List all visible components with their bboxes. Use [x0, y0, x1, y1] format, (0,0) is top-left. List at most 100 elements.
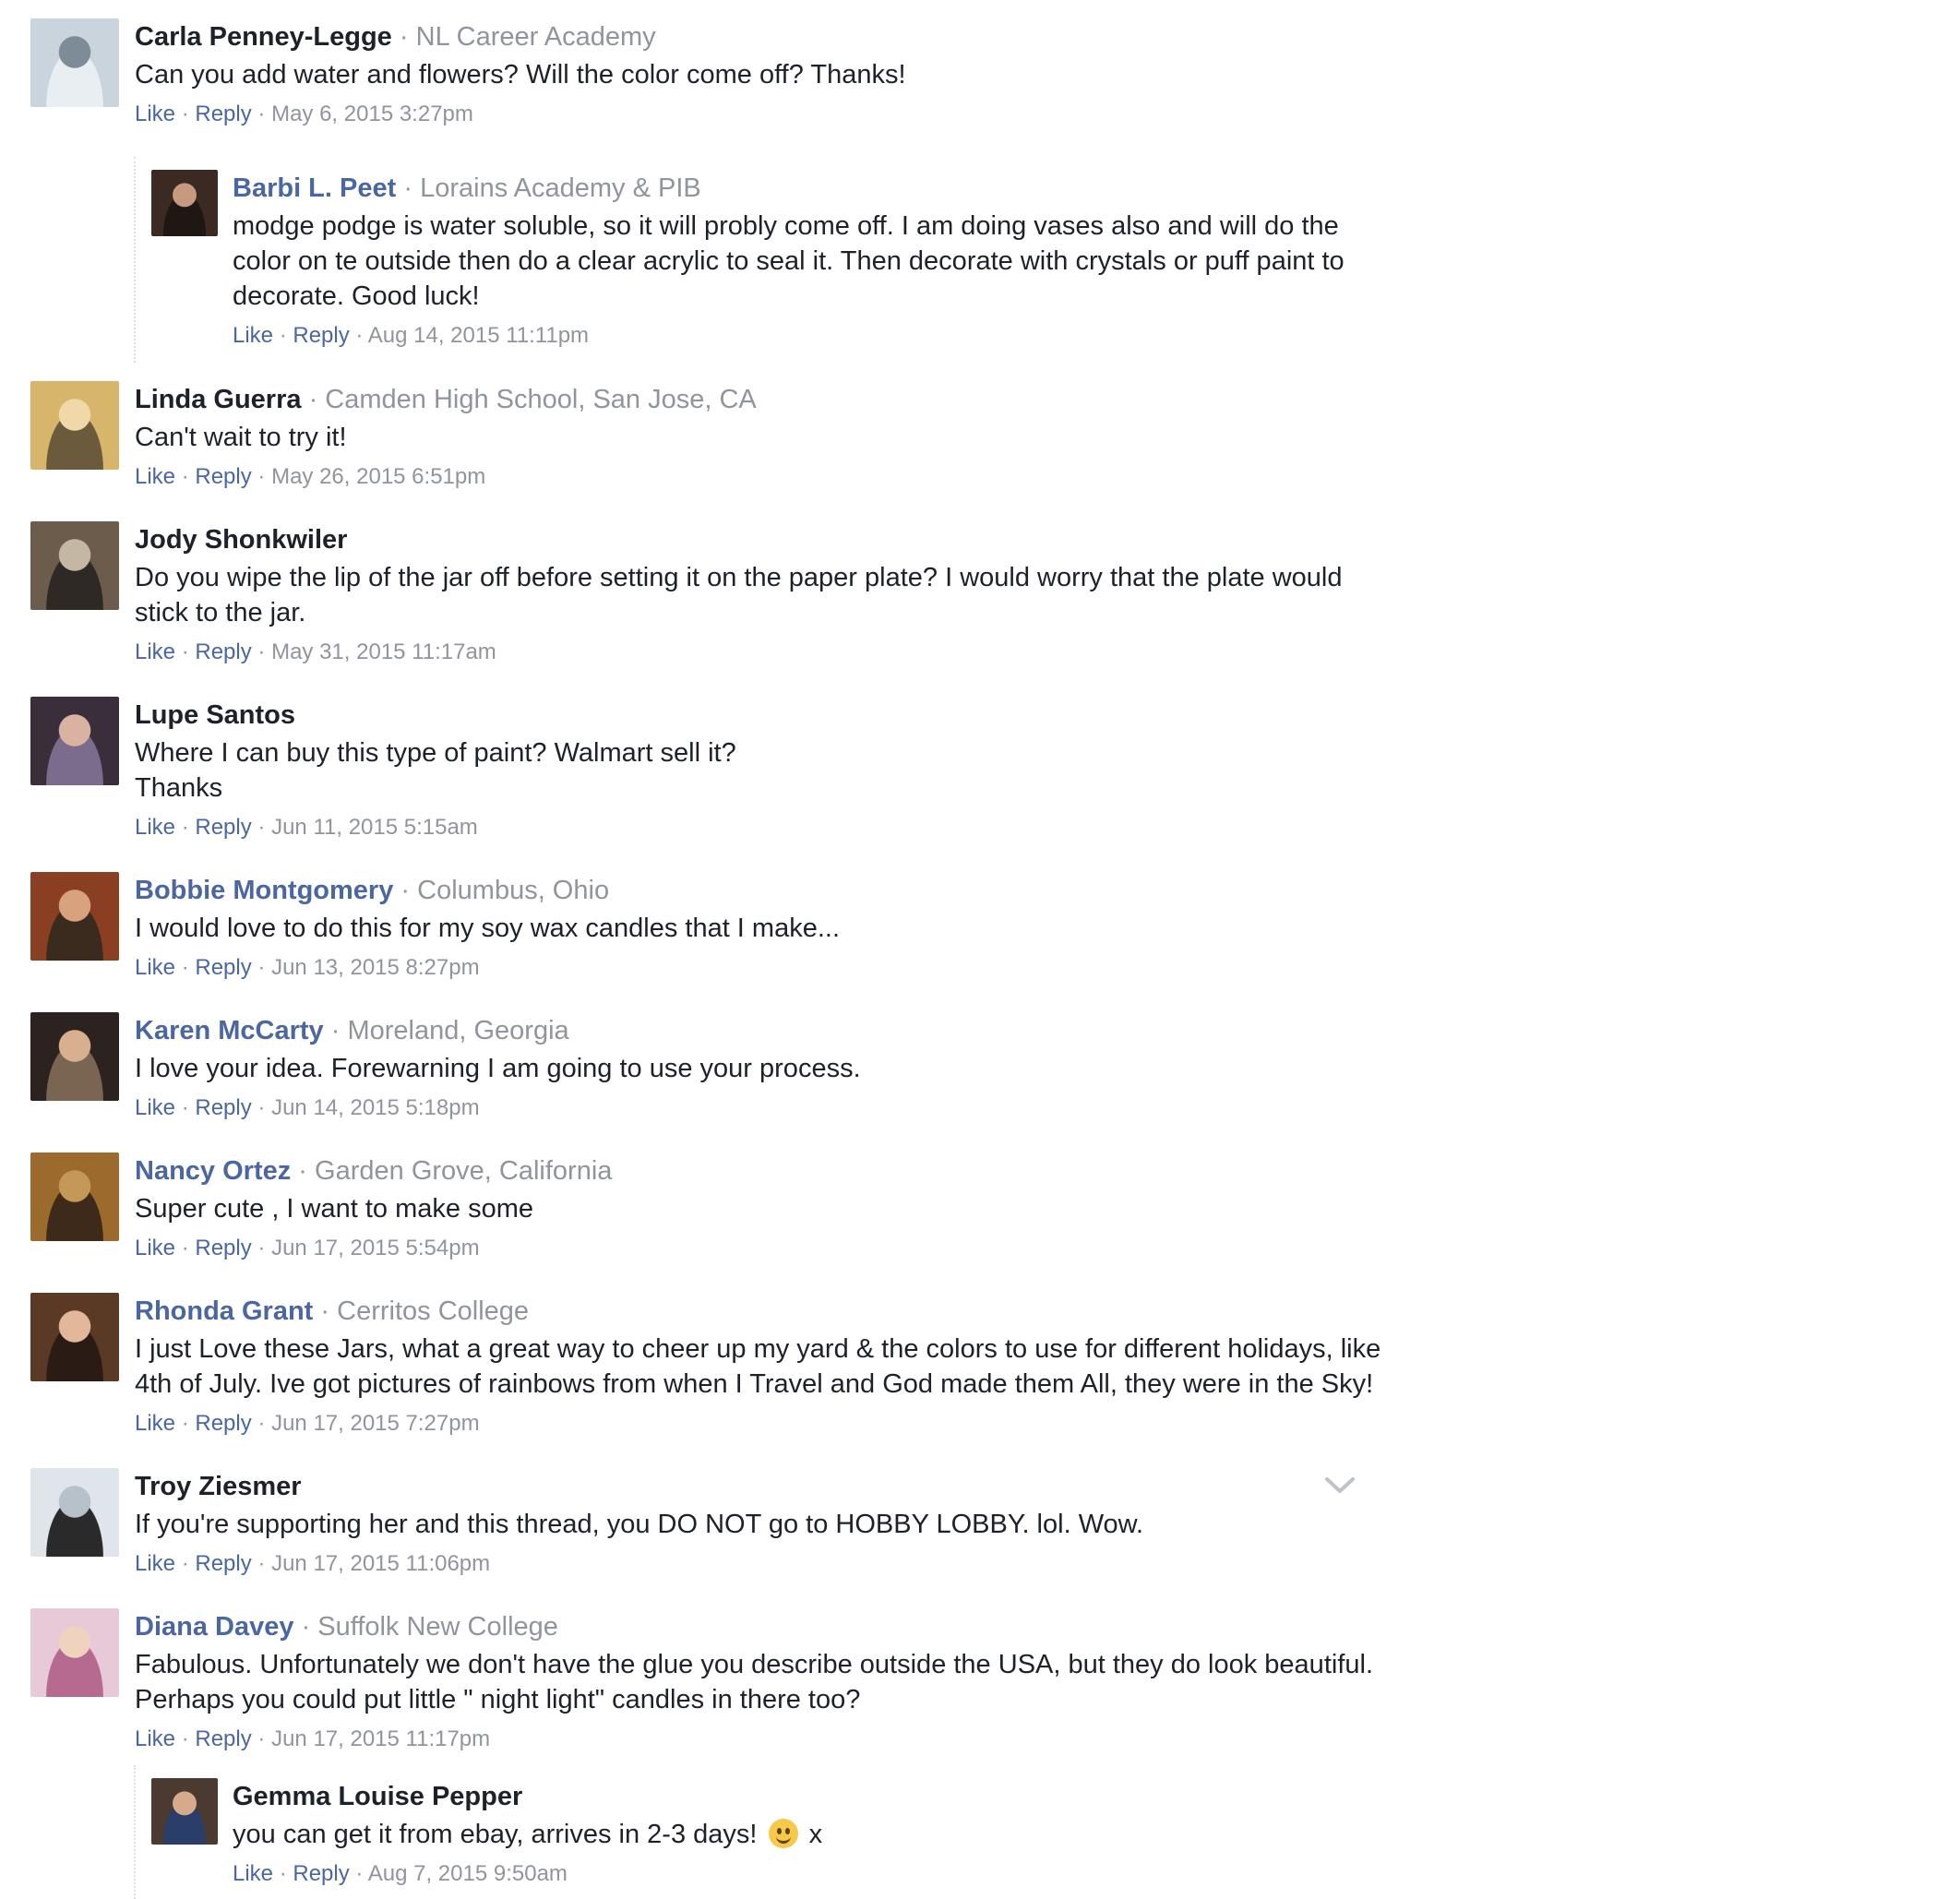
chevron-down-icon[interactable]: [1323, 1475, 1356, 1497]
author-name[interactable]: Rhonda Grant: [135, 1296, 313, 1326]
separator: ·: [320, 1296, 330, 1326]
like-link[interactable]: Like: [135, 639, 175, 664]
avatar[interactable]: [30, 1153, 119, 1241]
author-name[interactable]: Lupe Santos: [135, 700, 295, 730]
comment-text-content: Can you add water and flowers? Will the …: [135, 60, 906, 90]
reply-link[interactable]: Reply: [195, 102, 251, 126]
comment-text: Can you add water and flowers? Will the …: [135, 57, 1384, 92]
avatar[interactable]: [151, 170, 218, 236]
comment-body: Barbi L. Peet · Lorains Academy & PIB mod…: [233, 168, 1384, 354]
comment: Troy Ziesmer If you're supporting her and…: [0, 1450, 1384, 1590]
separator: ·: [298, 1156, 307, 1186]
author-name[interactable]: Troy Ziesmer: [135, 1472, 302, 1501]
reply-link[interactable]: Reply: [195, 1236, 251, 1260]
comment-text-suffix: x: [808, 1820, 823, 1849]
avatar[interactable]: [30, 1608, 119, 1697]
like-link[interactable]: Like: [135, 1551, 175, 1576]
avatar[interactable]: [30, 18, 119, 107]
comment-body: Diana Davey · Suffolk New College Fabulou…: [135, 1606, 1384, 1758]
like-link[interactable]: Like: [135, 955, 175, 980]
timestamp[interactable]: Jun 17, 2015 5:54pm: [271, 1236, 480, 1260]
comment-header: Bobbie Montgomery · Columbus, Ohio: [135, 870, 1384, 911]
reply-link[interactable]: Reply: [293, 323, 349, 348]
reply-link[interactable]: Reply: [195, 1095, 251, 1120]
timestamp[interactable]: Jun 17, 2015 11:06pm: [271, 1551, 490, 1576]
like-link[interactable]: Like: [135, 464, 175, 489]
author-affiliation: Cerritos College: [337, 1296, 530, 1326]
reply-link[interactable]: Reply: [195, 464, 251, 489]
separator: ·: [308, 385, 318, 414]
separator: ·: [181, 1095, 189, 1120]
author-name[interactable]: Karen McCarty: [135, 1016, 324, 1045]
comment-text: If you're supporting her and this thread…: [135, 1507, 1384, 1542]
separator: ·: [279, 1861, 287, 1886]
reply-link[interactable]: Reply: [195, 1411, 251, 1436]
comment-header: Troy Ziesmer: [135, 1466, 1384, 1507]
timestamp[interactable]: Aug 14, 2015 11:11pm: [368, 323, 589, 348]
like-link[interactable]: Like: [233, 323, 273, 348]
comment-text: you can get it from ebay, arrives in 2-3…: [233, 1817, 1384, 1852]
author-name[interactable]: Nancy Ortez: [135, 1156, 291, 1186]
comment-text: I just Love these Jars, what a great way…: [135, 1332, 1384, 1402]
timestamp[interactable]: Jun 17, 2015 11:17pm: [271, 1726, 490, 1751]
separator: ·: [355, 323, 364, 348]
avatar[interactable]: [30, 521, 119, 610]
comment: Nancy Ortez · Garden Grove, California Su…: [0, 1134, 1384, 1274]
avatar[interactable]: [30, 1468, 119, 1557]
comment-text-content: Where I can buy this type of paint? Walm…: [135, 738, 736, 803]
comment: Bobbie Montgomery · Columbus, Ohio I woul…: [0, 854, 1384, 994]
like-link[interactable]: Like: [233, 1861, 273, 1886]
comment-header: Diana Davey · Suffolk New College: [135, 1606, 1384, 1647]
comment-text-content: I would love to do this for my soy wax c…: [135, 914, 841, 943]
avatar[interactable]: [30, 1012, 119, 1101]
reply-link[interactable]: Reply: [195, 815, 251, 840]
avatar[interactable]: [30, 697, 119, 785]
reply-link[interactable]: Reply: [195, 639, 251, 664]
author-name[interactable]: Bobbie Montgomery: [135, 876, 393, 905]
author-name[interactable]: Carla Penney-Legge: [135, 22, 392, 52]
separator: ·: [257, 955, 266, 980]
like-link[interactable]: Like: [135, 1411, 175, 1436]
timestamp[interactable]: Jun 13, 2015 8:27pm: [271, 955, 480, 980]
reply-link[interactable]: Reply: [195, 955, 251, 980]
avatar[interactable]: [30, 872, 119, 961]
separator: ·: [257, 815, 266, 840]
comment: Rhonda Grant · Cerritos College I just Lo…: [0, 1274, 1384, 1450]
like-link[interactable]: Like: [135, 1726, 175, 1751]
reply-link[interactable]: Reply: [195, 1726, 251, 1751]
author-name[interactable]: Barbi L. Peet: [233, 173, 396, 203]
comment: Carla Penney-Legge · NL Career Academy Ca…: [0, 0, 1384, 157]
avatar[interactable]: [30, 1293, 119, 1381]
timestamp[interactable]: May 26, 2015 6:51pm: [271, 464, 485, 489]
author-affiliation: Moreland, Georgia: [347, 1016, 569, 1045]
author-affiliation: NL Career Academy: [415, 22, 656, 52]
author-affiliation: Camden High School, San Jose, CA: [325, 385, 757, 414]
reply-link[interactable]: Reply: [195, 1551, 251, 1576]
like-link[interactable]: Like: [135, 1236, 175, 1260]
reply-link[interactable]: Reply: [293, 1861, 349, 1886]
timestamp[interactable]: Jun 17, 2015 7:27pm: [271, 1411, 480, 1436]
author-name[interactable]: Gemma Louise Pepper: [233, 1782, 522, 1811]
separator: ·: [181, 639, 189, 664]
comment-header: Nancy Ortez · Garden Grove, California: [135, 1151, 1384, 1191]
timestamp[interactable]: Jun 11, 2015 5:15am: [271, 815, 478, 840]
like-link[interactable]: Like: [135, 815, 175, 840]
timestamp[interactable]: Aug 7, 2015 9:50am: [368, 1861, 568, 1886]
comment-text: Can't wait to try it!: [135, 420, 1384, 455]
avatar[interactable]: [151, 1778, 218, 1845]
timestamp[interactable]: May 31, 2015 11:17am: [271, 639, 496, 664]
author-name[interactable]: Jody Shonkwiler: [135, 525, 347, 555]
thread-line: [134, 1765, 136, 1899]
separator: ·: [257, 102, 266, 126]
like-link[interactable]: Like: [135, 102, 175, 126]
avatar[interactable]: [30, 381, 119, 470]
like-link[interactable]: Like: [135, 1095, 175, 1120]
author-name[interactable]: Diana Davey: [135, 1612, 294, 1642]
timestamp[interactable]: May 6, 2015 3:27pm: [271, 102, 473, 126]
comment-body: Troy Ziesmer If you're supporting her and…: [135, 1466, 1384, 1582]
separator: ·: [181, 1551, 189, 1576]
comment-text: I love your idea. Forewarning I am going…: [135, 1051, 1384, 1086]
author-name[interactable]: Linda Guerra: [135, 385, 302, 414]
comment-text-content: Do you wipe the lip of the jar off befor…: [135, 563, 1350, 627]
timestamp[interactable]: Jun 14, 2015 5:18pm: [271, 1095, 480, 1120]
